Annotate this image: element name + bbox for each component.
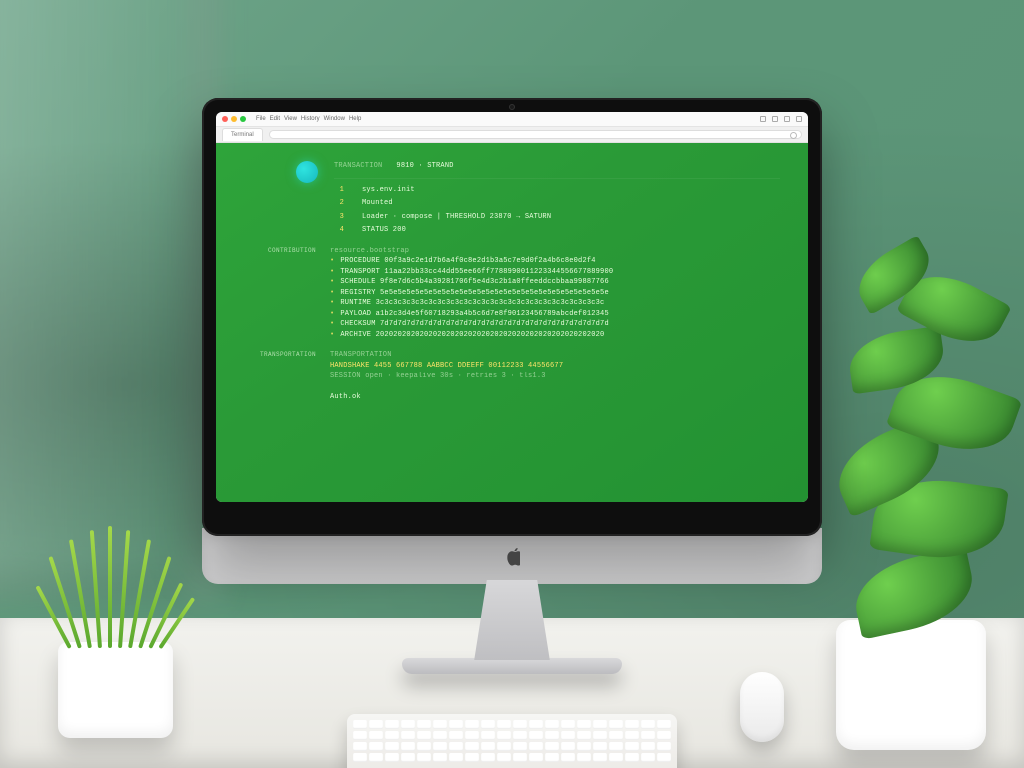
terminal-line: PAYLOAD a1b2c3d4e5f60718293a4b5c6d7e8f90… — [330, 309, 613, 320]
window-light — [0, 0, 220, 600]
terminal-line: Mounted — [362, 198, 393, 209]
terminal-line: RUNTIME 3c3c3c3c3c3c3c3c3c3c3c3c3c3c3c3c… — [330, 298, 613, 309]
menu-item[interactable]: Help — [349, 116, 361, 122]
webcam-dot — [509, 104, 515, 110]
close-icon[interactable] — [222, 116, 228, 122]
terminal-line: REGISTRY 5e5e5e5e5e5e5e5e5e5e5e5e5e5e5e5… — [330, 288, 613, 299]
screen: File Edit View History Window Help Termi… — [216, 112, 808, 502]
imac-monitor: File Edit View History Window Help Termi… — [202, 98, 822, 674]
browser-tab[interactable]: Terminal — [222, 128, 263, 141]
menubar-status-icons — [760, 116, 802, 122]
traffic-lights — [222, 116, 246, 122]
plant-pot-right — [836, 620, 986, 750]
section-label: CONTRIBUTION — [244, 246, 316, 341]
accent-badge-icon — [296, 161, 318, 183]
menu-item[interactable]: History — [301, 116, 320, 122]
terminal-line: STATUS 200 — [362, 225, 406, 236]
plant-pot-left — [58, 642, 173, 738]
terminal-footer: Auth.ok — [330, 392, 361, 403]
address-bar[interactable] — [269, 130, 802, 139]
menu-item[interactable]: File — [256, 116, 266, 122]
minimize-icon[interactable] — [231, 116, 237, 122]
monitor-stand-neck — [470, 580, 554, 660]
terminal-line: PROCEDURE 00f3a9c2e1d7b6a4f0c8e2d1b3a5c7… — [330, 256, 613, 267]
browser-tabbar: Terminal — [216, 127, 808, 143]
terminal-line: ARCHIVE 20202020202020202020202020202020… — [330, 330, 613, 341]
menu-item[interactable]: Window — [324, 116, 345, 122]
menu-item[interactable]: Edit — [270, 116, 280, 122]
terminal-line: CHECKSUM 7d7d7d7d7d7d7d7d7d7d7d7d7d7d7d7… — [330, 319, 613, 330]
terminal-line: TRANSPORT 11aa22bb33cc44dd55ee66ff778899… — [330, 267, 613, 278]
status-icon — [796, 116, 802, 122]
section-label: TRANSPORTATION — [244, 350, 316, 382]
menu-item[interactable]: View — [284, 116, 297, 122]
monitor-stand-foot — [402, 658, 622, 674]
terminal-line: Loader · compose | THRESHOLD 23870 → SAT… — [362, 212, 551, 223]
terminal-line: TRANSPORTATION — [330, 350, 563, 361]
terminal-line: sys.env.init — [362, 185, 415, 196]
terminal-header-label: TRANSACTION — [334, 161, 382, 172]
terminal-page: TRANSACTION 9810 · STRAND 1sys.env.init … — [216, 143, 808, 502]
line-number: 3 — [334, 212, 344, 223]
apple-logo-icon — [502, 544, 522, 568]
status-icon — [772, 116, 778, 122]
monitor-bezel: File Edit View History Window Help Termi… — [202, 98, 822, 536]
terminal-line: SESSION open · keepalive 30s · retries 3… — [330, 371, 563, 382]
mouse — [740, 672, 784, 742]
line-number: 4 — [334, 225, 344, 236]
line-number: 2 — [334, 198, 344, 209]
status-icon — [784, 116, 790, 122]
terminal-line: HANDSHAKE 4455 667788 AABBCC DDEEFF 0011… — [330, 361, 563, 372]
terminal-header-value: 9810 · STRAND — [396, 161, 453, 172]
line-number: 1 — [334, 185, 344, 196]
os-menubar: File Edit View History Window Help — [216, 112, 808, 127]
terminal-line: SCHEDULE 9f8e7d6c5b4a39281706f5e4d3c2b1a… — [330, 277, 613, 288]
zoom-icon[interactable] — [240, 116, 246, 122]
status-icon — [760, 116, 766, 122]
monitor-chin — [202, 528, 822, 584]
terminal-line: resource.bootstrap — [330, 246, 613, 257]
keyboard — [347, 714, 677, 768]
